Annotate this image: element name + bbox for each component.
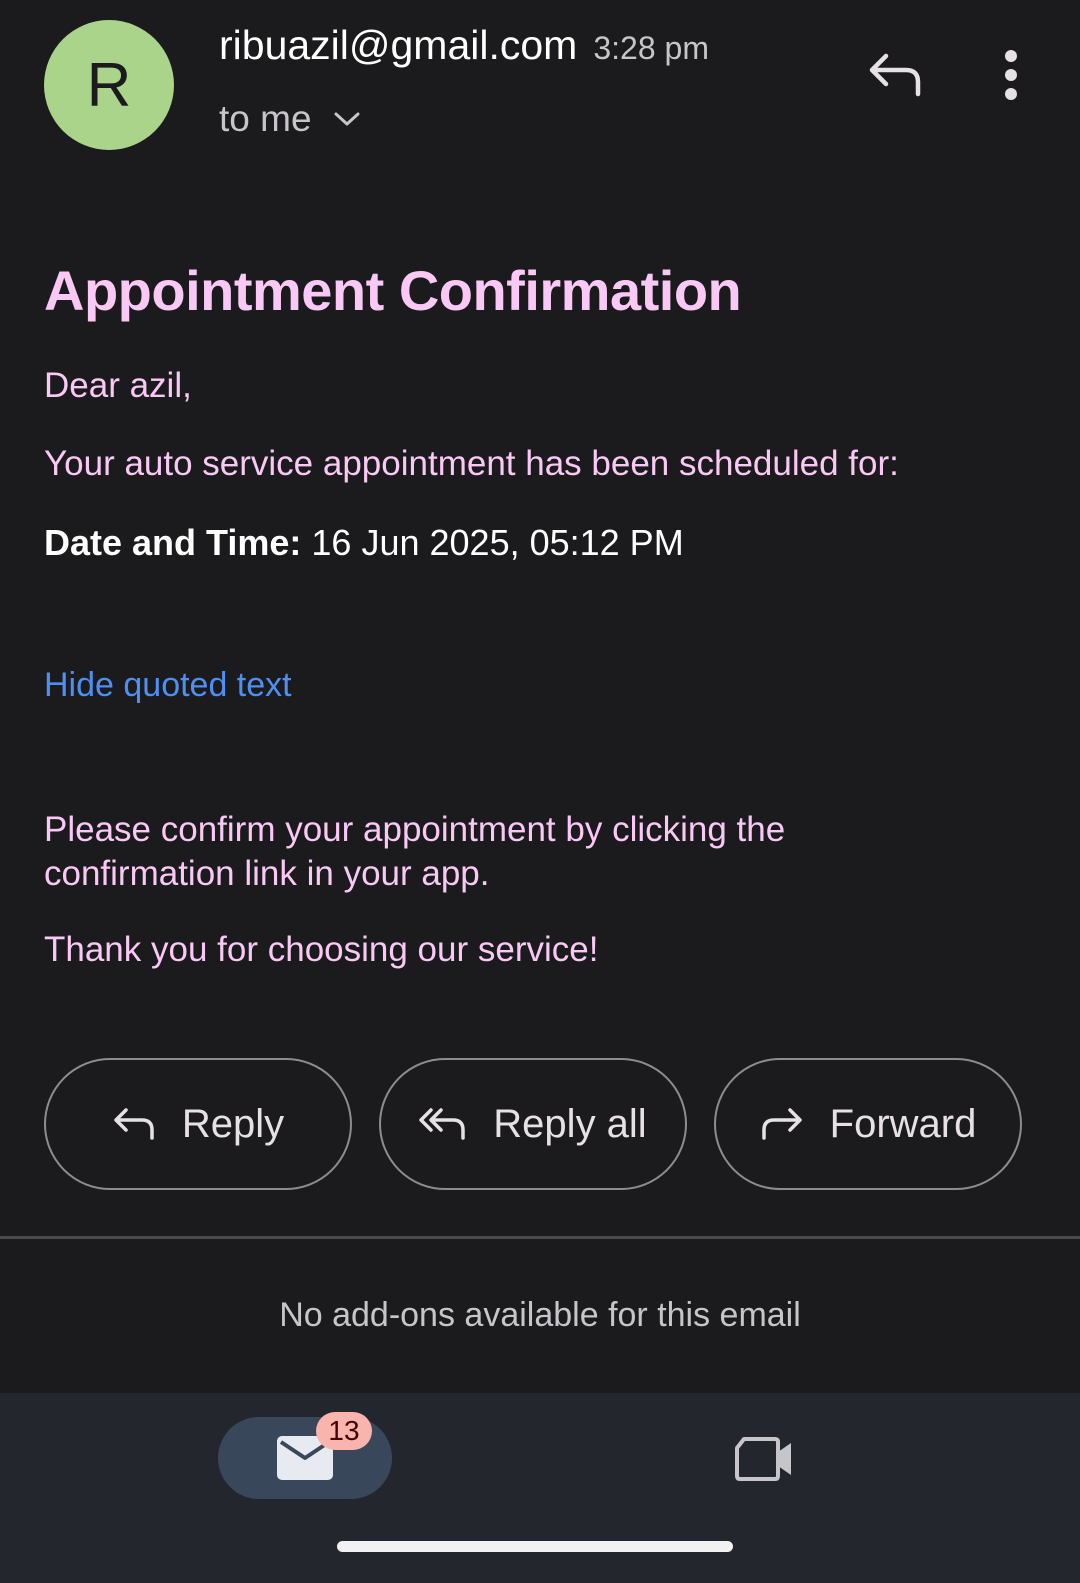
more-vertical-icon[interactable] bbox=[994, 50, 1028, 100]
forward-icon bbox=[761, 1108, 802, 1140]
thanks-text: Thank you for choosing our service! bbox=[44, 930, 599, 969]
unread-count: 13 bbox=[328, 1415, 360, 1446]
sender-line: ribuazil@gmail.com 3:28 pm bbox=[219, 22, 709, 69]
sender-avatar[interactable]: R bbox=[44, 20, 174, 150]
reply-icon[interactable] bbox=[866, 50, 926, 100]
no-addons-text: No add-ons available for this email bbox=[279, 1296, 801, 1334]
forward-button[interactable]: Forward bbox=[714, 1058, 1022, 1190]
unread-count-badge: 13 bbox=[316, 1412, 372, 1450]
reply-all-icon bbox=[419, 1108, 466, 1140]
email-title: Appointment Confirmation bbox=[44, 259, 742, 322]
reply-button-label: Reply bbox=[181, 1101, 285, 1146]
bottom-navigation bbox=[0, 1393, 1080, 1583]
datetime-line: Date and Time: 16 Jun 2025, 05:12 PM bbox=[44, 522, 684, 564]
avatar-letter: R bbox=[86, 50, 132, 120]
reply-button[interactable]: Reply bbox=[44, 1058, 352, 1190]
forward-button-label: Forward bbox=[829, 1101, 977, 1146]
recipient-label: to me bbox=[219, 98, 312, 139]
email-time: 3:28 pm bbox=[593, 30, 709, 66]
divider bbox=[0, 1236, 1080, 1239]
recipient-toggle[interactable]: to me bbox=[219, 98, 360, 140]
chevron-down-icon bbox=[334, 112, 360, 126]
reply-icon bbox=[114, 1108, 154, 1140]
confirm-text: Please confirm your appointment by click… bbox=[44, 810, 786, 893]
greeting-text: Dear azil, bbox=[44, 366, 192, 405]
home-indicator[interactable] bbox=[337, 1541, 733, 1552]
datetime-label: Date and Time: bbox=[44, 522, 302, 563]
video-call-icon bbox=[735, 1437, 791, 1481]
datetime-value: 16 Jun 2025, 05:12 PM bbox=[301, 522, 684, 563]
sender-email[interactable]: ribuazil@gmail.com bbox=[219, 22, 577, 69]
intro-text: Your auto service appointment has been s… bbox=[44, 444, 899, 483]
hide-quoted-text-link[interactable]: Hide quoted text bbox=[44, 666, 292, 705]
reply-all-button-label: Reply all bbox=[493, 1101, 647, 1146]
reply-all-button[interactable]: Reply all bbox=[379, 1058, 687, 1190]
nav-meet-tab[interactable] bbox=[735, 1436, 793, 1482]
